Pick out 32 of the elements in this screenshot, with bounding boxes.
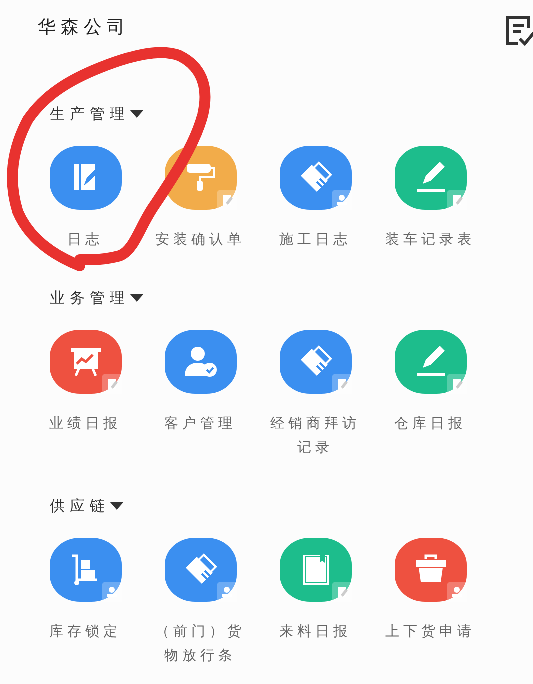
app-tile[interactable]: [164, 330, 236, 394]
app-label[interactable]: （前门）货物放行条: [154, 620, 248, 668]
app-label[interactable]: 经销商拜访记录: [268, 412, 362, 460]
app-label[interactable]: 仓库日报: [384, 412, 478, 436]
section-title[interactable]: 业务管理: [50, 286, 130, 310]
section-title[interactable]: 生产管理: [50, 102, 130, 126]
app-tile[interactable]: [394, 330, 466, 394]
app-label[interactable]: 客户管理: [154, 412, 248, 436]
app-tile[interactable]: [280, 146, 352, 210]
app-title: 华森公司: [38, 16, 130, 40]
app-label[interactable]: 上下货申请: [384, 620, 478, 644]
app-tile[interactable]: [394, 146, 466, 210]
caret-icon[interactable]: [110, 501, 124, 511]
app-label[interactable]: 安装确认单: [154, 228, 248, 252]
app-tile[interactable]: [50, 146, 122, 210]
app-tile[interactable]: [280, 538, 352, 602]
checklist-icon[interactable]: [505, 15, 533, 47]
app-tile[interactable]: [280, 330, 352, 394]
app-label[interactable]: 库存锁定: [38, 620, 132, 644]
person-check-icon: [182, 344, 218, 380]
app-tile[interactable]: [164, 538, 236, 602]
app-label[interactable]: 施工日志: [268, 228, 362, 252]
app-tile[interactable]: [394, 538, 466, 602]
app-tile[interactable]: [50, 538, 122, 602]
app-label[interactable]: 装车记录表: [384, 228, 478, 252]
app-label[interactable]: 业绩日报: [38, 412, 132, 436]
app-label[interactable]: 日志: [38, 228, 132, 252]
app-tile[interactable]: [50, 330, 122, 394]
caret-icon[interactable]: [130, 109, 144, 119]
caret-icon[interactable]: [130, 293, 144, 303]
app-label[interactable]: 来料日报: [268, 620, 362, 644]
section-title[interactable]: 供应链: [50, 494, 110, 518]
